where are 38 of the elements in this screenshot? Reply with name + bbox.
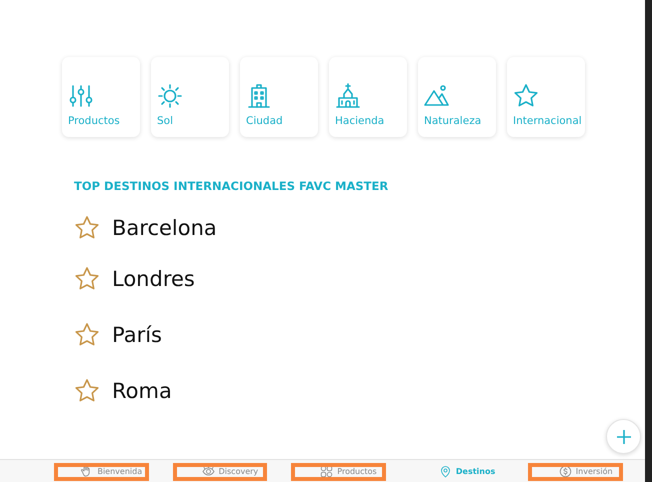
star-icon [74, 215, 100, 241]
section-title: TOP DESTINOS INTERNACIONALES FAVC MASTER [74, 179, 390, 193]
destination-name[interactable]: París [112, 323, 162, 347]
tab[interactable]: Inversión [556, 462, 615, 480]
category-card[interactable]: Productos [62, 57, 140, 137]
category-card[interactable]: Ciudad [240, 57, 318, 137]
plus-icon [616, 428, 632, 444]
destination-name[interactable]: Roma [112, 379, 172, 403]
building-icon [246, 83, 272, 109]
tab[interactable]: Destinos [436, 462, 498, 480]
dollar-coin-icon [558, 464, 572, 478]
category-label: Hacienda [335, 115, 386, 127]
category-label: Internacional [513, 115, 583, 127]
category-label: Naturaleza [424, 115, 482, 127]
grid-icon [320, 464, 334, 478]
tab[interactable]: Discovery [200, 462, 260, 480]
star-icon [74, 378, 100, 404]
category-card[interactable]: Naturaleza [418, 57, 496, 137]
star-icon [74, 322, 100, 348]
star-icon [74, 266, 100, 292]
category-card[interactable]: Sol [151, 57, 229, 137]
eye-icon [202, 464, 215, 478]
church-icon [335, 83, 361, 109]
mountains-icon [424, 83, 450, 109]
category-card[interactable]: Hacienda [329, 57, 407, 137]
tab[interactable]: Bienvenida [78, 462, 144, 480]
category-card[interactable]: Internacional [507, 57, 585, 137]
destination-name[interactable]: Londres [112, 267, 195, 291]
add-button[interactable] [606, 419, 641, 454]
star-icon [513, 83, 539, 109]
sun-icon [157, 83, 183, 109]
destination-name[interactable]: Barcelona [112, 216, 217, 240]
sliders-icon [68, 83, 94, 109]
category-label: Sol [157, 115, 174, 127]
location-pin-icon [438, 464, 452, 478]
category-label: Ciudad [246, 115, 284, 127]
category-label: Productos [68, 115, 121, 127]
tab[interactable]: Productos [318, 462, 379, 480]
